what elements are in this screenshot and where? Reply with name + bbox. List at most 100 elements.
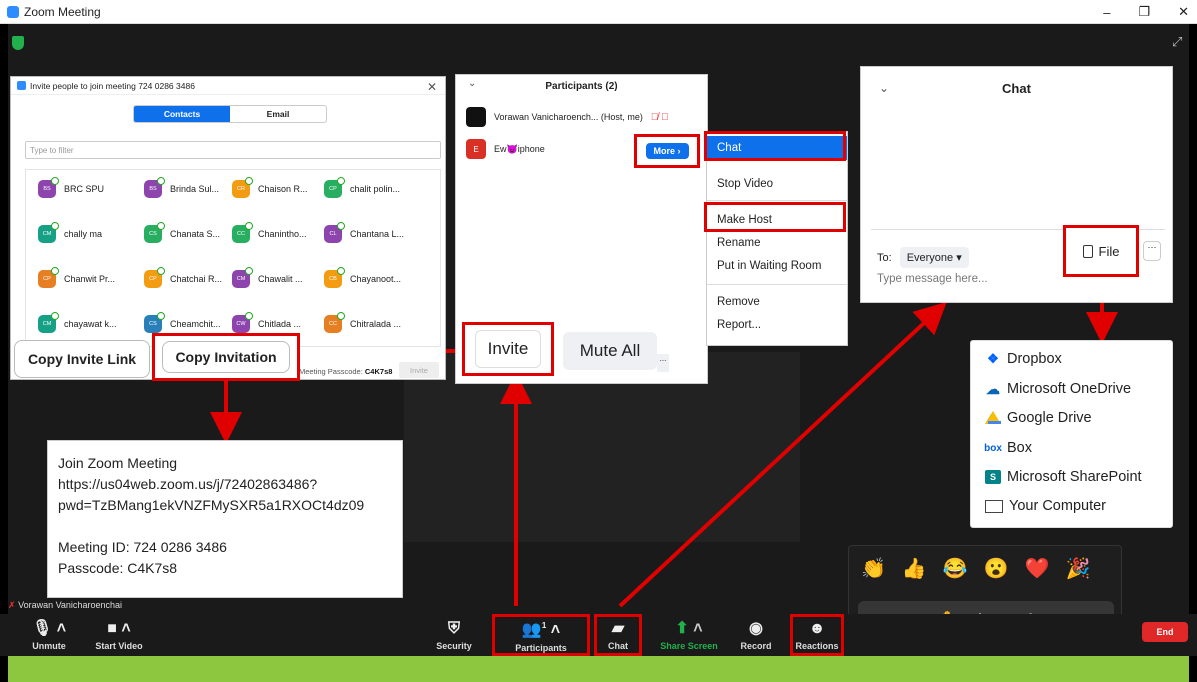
contact-item[interactable]: CP Chatchai R... [144,267,223,288]
share-item-computer[interactable]: Your Computer [985,498,1106,514]
video-off-icon: ■ ˄ [107,619,131,637]
record-icon: ◉ [749,619,763,637]
menu-item-remove[interactable]: Remove [707,296,847,308]
unmute-button[interactable]: 🎙 ˄ Unmute [24,614,74,656]
dropbox-icon: ❖ [987,351,999,366]
heart-emoji[interactable]: ❤️ [1025,556,1050,581]
muted-mic-icon: 🎙 ˄ [31,619,67,637]
contact-item[interactable]: CM chally ma [38,222,103,243]
tab-email[interactable]: Email [230,106,326,122]
chat-message-input[interactable]: Type message here... [877,273,988,285]
recipient-dropdown[interactable]: Everyone ▾ [899,247,969,268]
file-share-menu: ❖ Dropbox ☁ Microsoft OneDrive Google Dr… [970,340,1173,528]
record-button[interactable]: ◉ Record [734,614,778,656]
avatar: BS [38,177,59,198]
participant-row[interactable]: Vorawan Vanicharoench... (Host, me) 🎙̸ ⃠ [466,107,669,127]
invite-button[interactable]: Invite [462,322,554,376]
copy-invitation-button[interactable]: Copy Invitation [152,333,300,381]
meeting-toolbar: 🎙 ˄ Unmute ■ ˄ Start Video ⛨ Security 👥1… [0,614,1197,656]
menu-item-rename[interactable]: Rename [707,237,847,249]
avatar: CL [324,222,345,243]
participants-icon: 👥1 ˄ [521,621,561,639]
bottom-green-bar [8,656,1189,682]
share-item-onedrive[interactable]: ☁ Microsoft OneDrive [985,380,1131,398]
google-drive-icon [985,411,1001,424]
participant-row[interactable]: E Ew😈iphone [466,139,545,159]
laughing-emoji[interactable]: 😂 [943,556,968,581]
share-item-sharepoint[interactable]: S Microsoft SharePoint [985,469,1142,485]
contact-item[interactable]: CS Cheamchit... [144,312,221,333]
contact-name: Chaison R... [258,184,308,194]
contact-item[interactable]: BS Brinda Sul... [144,177,219,198]
avatar: CS [144,312,165,333]
contact-name: Chantana L... [350,229,405,239]
box-icon: box [984,442,1002,454]
chat-more-button[interactable]: ··· [1143,241,1161,261]
reactions-button[interactable]: ☻ Reactions [790,614,844,656]
file-icon [1082,244,1093,258]
invite-dialog-title: Invite people to join meeting 724 0286 3… [30,80,195,91]
security-button[interactable]: ⛨ Security [430,614,478,656]
contact-name: Chatchai R... [170,274,223,284]
more-button[interactable]: More › [634,134,700,168]
tab-contacts[interactable]: Contacts [134,106,230,122]
contact-item[interactable]: CC Chanintho... [232,222,307,243]
contact-item[interactable]: CM Chawalit ... [232,267,303,288]
menu-item-report[interactable]: Report... [707,319,847,331]
contact-name: Chawalit ... [258,274,303,284]
thumbs-up-emoji[interactable]: 👍 [902,556,927,581]
share-item-dropbox[interactable]: ❖ Dropbox [985,351,1062,367]
muted-mic-icon: ✗ [8,600,16,610]
shield-icon: ⛨ [447,619,460,637]
contact-name: Cheamchit... [170,319,221,329]
contact-item[interactable]: CM chayawat k... [38,312,117,333]
contact-name: chally ma [64,229,103,239]
avatar: CR [232,177,253,198]
avatar: E [466,139,486,159]
onedrive-icon: ☁ [986,380,1000,397]
participant-context-menu: Chat Stop Video Make Host Rename Put in … [706,131,848,346]
share-item-box[interactable]: box Box [984,440,1032,456]
contact-item[interactable]: CP chalit polin... [324,177,400,198]
copy-invite-link-button[interactable]: Copy Invite Link [14,340,150,378]
file-button[interactable]: File [1063,225,1139,277]
more-options-button[interactable]: ... [657,354,669,372]
start-video-button[interactable]: ■ ˄ Start Video [86,614,152,656]
surprised-emoji[interactable]: 😮 [984,556,1009,581]
contact-item[interactable]: CC Chitralada ... [324,312,402,333]
participants-button[interactable]: 👥1 ˄ Participants [492,614,590,656]
contact-name: Chanata S... [170,229,221,239]
contact-item[interactable]: CB Chayanoot... [324,267,402,288]
menu-item-stop-video[interactable]: Stop Video [707,178,847,190]
muted-mic-icon: 🎙̸ ⃠ [650,111,669,123]
contact-item[interactable]: CP Chanwit Pr... [38,267,115,288]
chat-button[interactable]: ▰ Chat [594,614,642,656]
share-item-google-drive[interactable]: Google Drive [985,410,1092,426]
contact-name: Chayanoot... [350,274,402,284]
contact-name: chayawat k... [64,319,117,329]
avatar: CS [144,222,165,243]
menu-item-waiting-room[interactable]: Put in Waiting Room [707,260,847,272]
avatar: CM [232,267,253,288]
invite-send-button[interactable]: Invite [399,362,439,378]
end-button[interactable]: End [1142,622,1188,642]
avatar [466,107,486,127]
mute-all-button[interactable]: Mute All [563,332,657,370]
contact-name: Chitralada ... [350,319,402,329]
contact-name: Chitlada ... [258,319,302,329]
avatar: CP [144,267,165,288]
avatar: CP [324,177,345,198]
contact-item[interactable]: CL Chantana L... [324,222,405,243]
filter-input[interactable]: Type to filter [25,141,441,159]
contact-item[interactable]: BS BRC SPU [38,177,104,198]
close-icon[interactable]: ✕ [427,80,437,94]
share-screen-button[interactable]: ⬆ ˄ Share Screen [654,614,724,656]
clap-emoji[interactable]: 👏 [861,556,886,581]
contact-item[interactable]: CR Chaison R... [232,177,308,198]
contact-item[interactable]: CW Chitlada ... [232,312,302,333]
avatar: CM [38,222,59,243]
party-emoji[interactable]: 🎉 [1066,556,1091,581]
contact-item[interactable]: CS Chanata S... [144,222,221,243]
avatar: CC [324,312,345,333]
chat-item-highlight [704,131,846,161]
